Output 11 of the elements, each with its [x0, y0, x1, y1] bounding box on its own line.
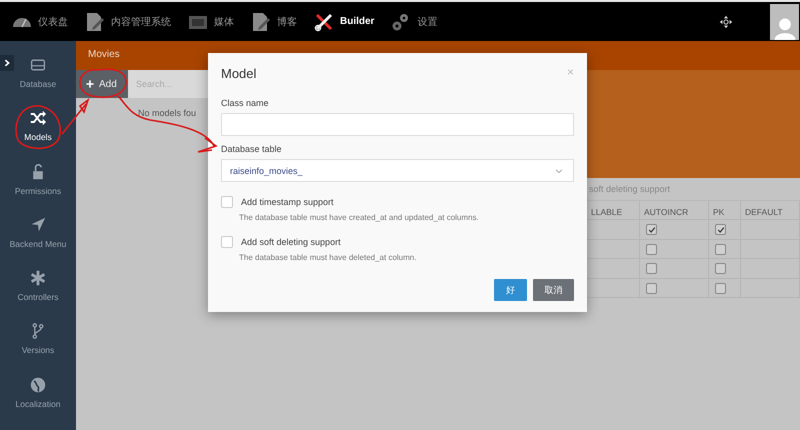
empty-message: No models fou — [137, 108, 198, 118]
hint-text: The database table must have deleted_at column. — [239, 253, 418, 262]
note-text: soft deleting support — [588, 183, 672, 196]
hint-text: The database table must have created_at and updated_at columns. — [239, 213, 480, 222]
field-label: Class name — [221, 98, 270, 108]
column-header: PK — [709, 201, 741, 220]
column-header: DEFAULT — [741, 201, 800, 220]
field-label: Database table — [221, 144, 283, 154]
checkbox-label: Add timestamp support — [241, 197, 334, 207]
checkbox-label: Add soft deleting support — [241, 237, 341, 247]
column-header: AUTOINCR — [640, 201, 709, 220]
